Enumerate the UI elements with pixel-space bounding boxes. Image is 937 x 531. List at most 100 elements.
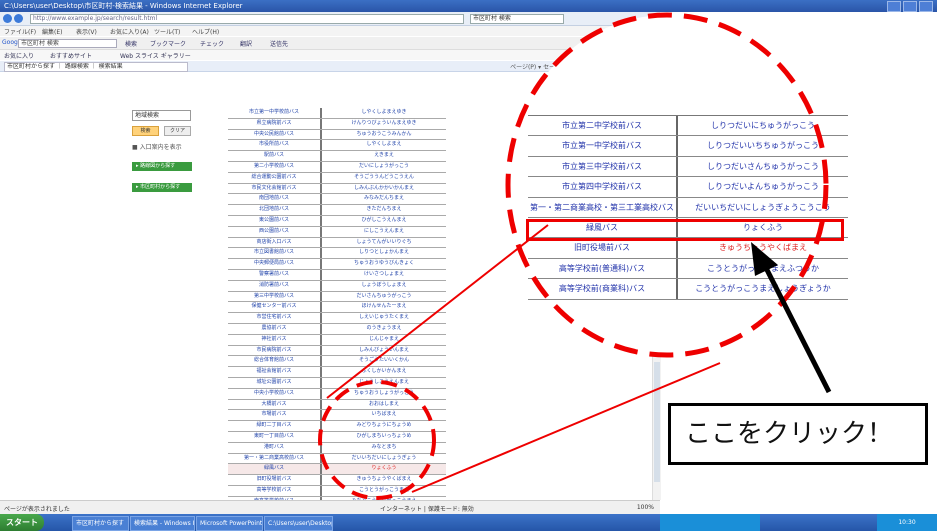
stop-reading-link[interactable]: じょうしこうえんまえ bbox=[322, 378, 446, 388]
stop-name-link[interactable]: 商店街入口バス bbox=[228, 237, 322, 248]
stop-reading-link[interactable]: ひがしまちいっちょうめ bbox=[322, 432, 446, 442]
stop-reading-link[interactable]: だいいちだいにしょうぎょう bbox=[322, 454, 446, 464]
browser-tab[interactable]: 市区町村から探す ｜ 路線検索 ｜ 検索結果 bbox=[4, 62, 188, 72]
stop-reading-link[interactable]: しみんびょういんまえ bbox=[322, 346, 446, 356]
stop-reading-link[interactable]: けいさつしょまえ bbox=[322, 270, 446, 280]
zoomed-stop-reading-link[interactable]: しりつだいいちちゅうがっこう bbox=[678, 136, 848, 155]
stop-name-link[interactable]: 市民病院前バス bbox=[228, 345, 322, 356]
stop-name-link[interactable]: 保健センター前バス bbox=[228, 302, 322, 313]
stop-reading-link[interactable]: のうきょうまえ bbox=[322, 324, 446, 334]
stop-reading-link[interactable]: みなとまち bbox=[322, 443, 446, 453]
stop-reading-link[interactable]: しみんぶんかかいかんまえ bbox=[322, 184, 446, 194]
stop-name-link[interactable]: 中央郵便局前バス bbox=[228, 259, 322, 269]
stop-reading-link[interactable]: しやくしよまえゆき bbox=[322, 108, 446, 118]
stop-reading-link[interactable]: しょうてんがいいりぐち bbox=[322, 238, 446, 248]
stop-name-link[interactable]: 緑風バス bbox=[228, 464, 322, 475]
stop-reading-link[interactable]: ふくしかいかんまえ bbox=[322, 367, 446, 377]
stop-name-link[interactable]: 緑町二丁目バス bbox=[228, 421, 322, 431]
favorites-item[interactable]: Web スライス ギャラリー bbox=[120, 51, 191, 60]
close-button[interactable] bbox=[919, 1, 933, 12]
stop-name-link[interactable]: 市営住宅前バス bbox=[228, 313, 322, 323]
stop-name-link[interactable]: 第二小学校前バス bbox=[228, 161, 322, 172]
stop-reading-link[interactable]: しりつとしょかんまえ bbox=[322, 248, 446, 258]
start-button[interactable]: スタート bbox=[0, 514, 44, 531]
stop-name-link[interactable]: 第三中学校前バス bbox=[228, 291, 322, 302]
zoomed-stop-reading-link[interactable]: きゅうちょうやくばまえ bbox=[678, 238, 848, 257]
taskbar-item[interactable]: C:\Users\user\Desktop bbox=[264, 516, 333, 531]
taskbar-item[interactable]: 市区町村から探す bbox=[72, 516, 129, 531]
back-icon[interactable] bbox=[3, 14, 12, 23]
stop-name-link[interactable]: 市立図書館前バス bbox=[228, 248, 322, 259]
stop-name-link[interactable]: 東公園前バス bbox=[228, 215, 322, 226]
zoomed-stop-reading-link[interactable]: こうとうがっこうまえしょうぎょうか bbox=[678, 279, 848, 298]
stop-reading-link[interactable]: しえいじゅうたくまえ bbox=[322, 313, 446, 323]
favorites-item[interactable]: おすすめサイト bbox=[50, 51, 92, 60]
stop-reading-link[interactable]: ちゅうおうこうみんかん bbox=[322, 130, 446, 140]
zoomed-stop-name-link[interactable]: 旧町役場前バス bbox=[528, 238, 678, 258]
stop-reading-link[interactable]: そうごうたいいくかん bbox=[322, 356, 446, 366]
stop-reading-link[interactable]: ちゅうおうしょうがっこう bbox=[322, 389, 446, 399]
google-search-input[interactable]: 市区町村 検索 bbox=[18, 39, 117, 48]
stop-name-link[interactable]: 北団地前バス bbox=[228, 205, 322, 215]
stop-reading-link[interactable]: そうごううんどうこうえん bbox=[322, 173, 446, 183]
zoomed-stop-reading-link[interactable]: だいいちだいにしょうぎょうこうこう bbox=[678, 198, 848, 217]
stop-name-link[interactable]: 西公園前バス bbox=[228, 226, 322, 237]
stop-name-link[interactable]: 消防署前バス bbox=[228, 280, 322, 291]
stop-name-link[interactable]: 市民文化会館前バス bbox=[228, 183, 322, 194]
municipality-button[interactable]: ▸ 市区町村から探す bbox=[132, 183, 192, 192]
stop-reading-link[interactable]: しょうぼうしょまえ bbox=[322, 281, 446, 291]
zoomed-stop-reading-link[interactable]: しりつだいにちゅうがっこう bbox=[678, 116, 848, 135]
menu-help[interactable]: ヘルプ(H) bbox=[192, 27, 219, 36]
taskbar-item[interactable]: 検索結果 - Windows Internet... bbox=[130, 516, 195, 531]
stop-reading-link[interactable]: けんりつびょういんまえゆき bbox=[322, 119, 446, 129]
stop-name-link[interactable]: 神社前バス bbox=[228, 334, 322, 345]
stop-name-link[interactable]: 市場前バス bbox=[228, 410, 322, 421]
zoomed-stop-name-link[interactable]: 第一・第二商業高校・第三工業高校バス bbox=[528, 197, 678, 217]
zoomed-stop-reading-link[interactable]: しりつだいさんちゅうがっこう bbox=[678, 157, 848, 176]
stop-reading-link[interactable]: だいにしょうがっこう bbox=[322, 162, 446, 172]
scrollbar-thumb[interactable] bbox=[654, 362, 660, 482]
stop-reading-link[interactable]: みなみだんちまえ bbox=[322, 194, 446, 204]
zoomed-stop-name-link[interactable]: 市立第四中学校前バス bbox=[528, 177, 678, 197]
zoomed-stop-reading-link[interactable]: しりつだいよんちゅうがっこう bbox=[678, 177, 848, 196]
stop-reading-link[interactable]: ちゅうおうゆうびんきょく bbox=[322, 259, 446, 269]
stop-name-link[interactable]: 農協前バス bbox=[228, 323, 322, 334]
stop-name-link[interactable]: 県立病院前バス bbox=[228, 118, 322, 129]
stop-reading-link[interactable]: いちばまえ bbox=[322, 410, 446, 420]
stop-name-link[interactable]: 東町一丁目前バス bbox=[228, 431, 322, 442]
google-bookmark-link[interactable]: ブックマーク bbox=[150, 39, 186, 48]
stop-reading-link[interactable]: きゅうちょうやくばまえ bbox=[322, 475, 446, 485]
stop-name-link[interactable]: 城址公園前バス bbox=[228, 377, 322, 388]
zoomed-stop-name-link[interactable]: 市立第三中学校前バス bbox=[528, 156, 678, 177]
stop-name-link[interactable]: 第一・第二商業高校前バス bbox=[228, 453, 322, 464]
zoomed-stop-name-link[interactable]: 高等学校前(普通科)バス bbox=[528, 258, 678, 279]
zoomed-stop-name-link[interactable]: 市立第一中学校前バス bbox=[528, 136, 678, 156]
live-search-input[interactable]: 市区町村 検索 bbox=[470, 14, 564, 24]
stop-reading-link[interactable]: きただんちまえ bbox=[322, 205, 446, 215]
stop-name-link[interactable]: 大橋前バス bbox=[228, 399, 322, 410]
forward-icon[interactable] bbox=[14, 14, 23, 23]
zoomed-stop-name-link[interactable]: 高等学校前(商業科)バス bbox=[528, 279, 678, 299]
google-send-link[interactable]: 送信先 bbox=[270, 39, 288, 48]
stop-reading-link[interactable]: ひがしこうえんまえ bbox=[322, 216, 446, 226]
stop-name-link[interactable]: 警察署前バス bbox=[228, 269, 322, 280]
stop-reading-link[interactable]: ほけんせんたーまえ bbox=[322, 302, 446, 312]
google-check-link[interactable]: チェック bbox=[200, 39, 224, 48]
taskbar-item[interactable]: Microsoft PowerPoint bbox=[196, 516, 263, 531]
stop-reading-link[interactable]: じんじゃまえ bbox=[322, 335, 446, 345]
address-input[interactable]: http://www.example.jp/search/result.html bbox=[30, 14, 464, 24]
google-translate-link[interactable]: 翻訳 bbox=[240, 39, 252, 48]
search-button[interactable]: 検索 bbox=[132, 126, 159, 136]
stop-name-link[interactable]: 中央公民館前バス bbox=[228, 129, 322, 140]
zoomed-stop-reading-link[interactable]: こうとうがっこうまえふつうか bbox=[678, 259, 848, 278]
clear-button[interactable]: クリア bbox=[164, 126, 191, 136]
route-map-button[interactable]: ▸ 路線図から探す bbox=[132, 162, 192, 171]
stop-reading-link[interactable]: こうとうがっこうまえ bbox=[322, 486, 446, 496]
stop-name-link[interactable]: 駅前バス bbox=[228, 151, 322, 161]
stop-name-link[interactable]: 福祉会館前バス bbox=[228, 367, 322, 377]
stop-name-link[interactable]: 旧町役場前バス bbox=[228, 475, 322, 485]
stop-name-link[interactable]: 南団地前バス bbox=[228, 194, 322, 205]
menu-edit[interactable]: 編集(E) bbox=[42, 27, 62, 36]
favorites-button[interactable]: お気に入り bbox=[4, 51, 34, 60]
stop-reading-link[interactable]: みどりちょうにちょうめ bbox=[322, 421, 446, 431]
